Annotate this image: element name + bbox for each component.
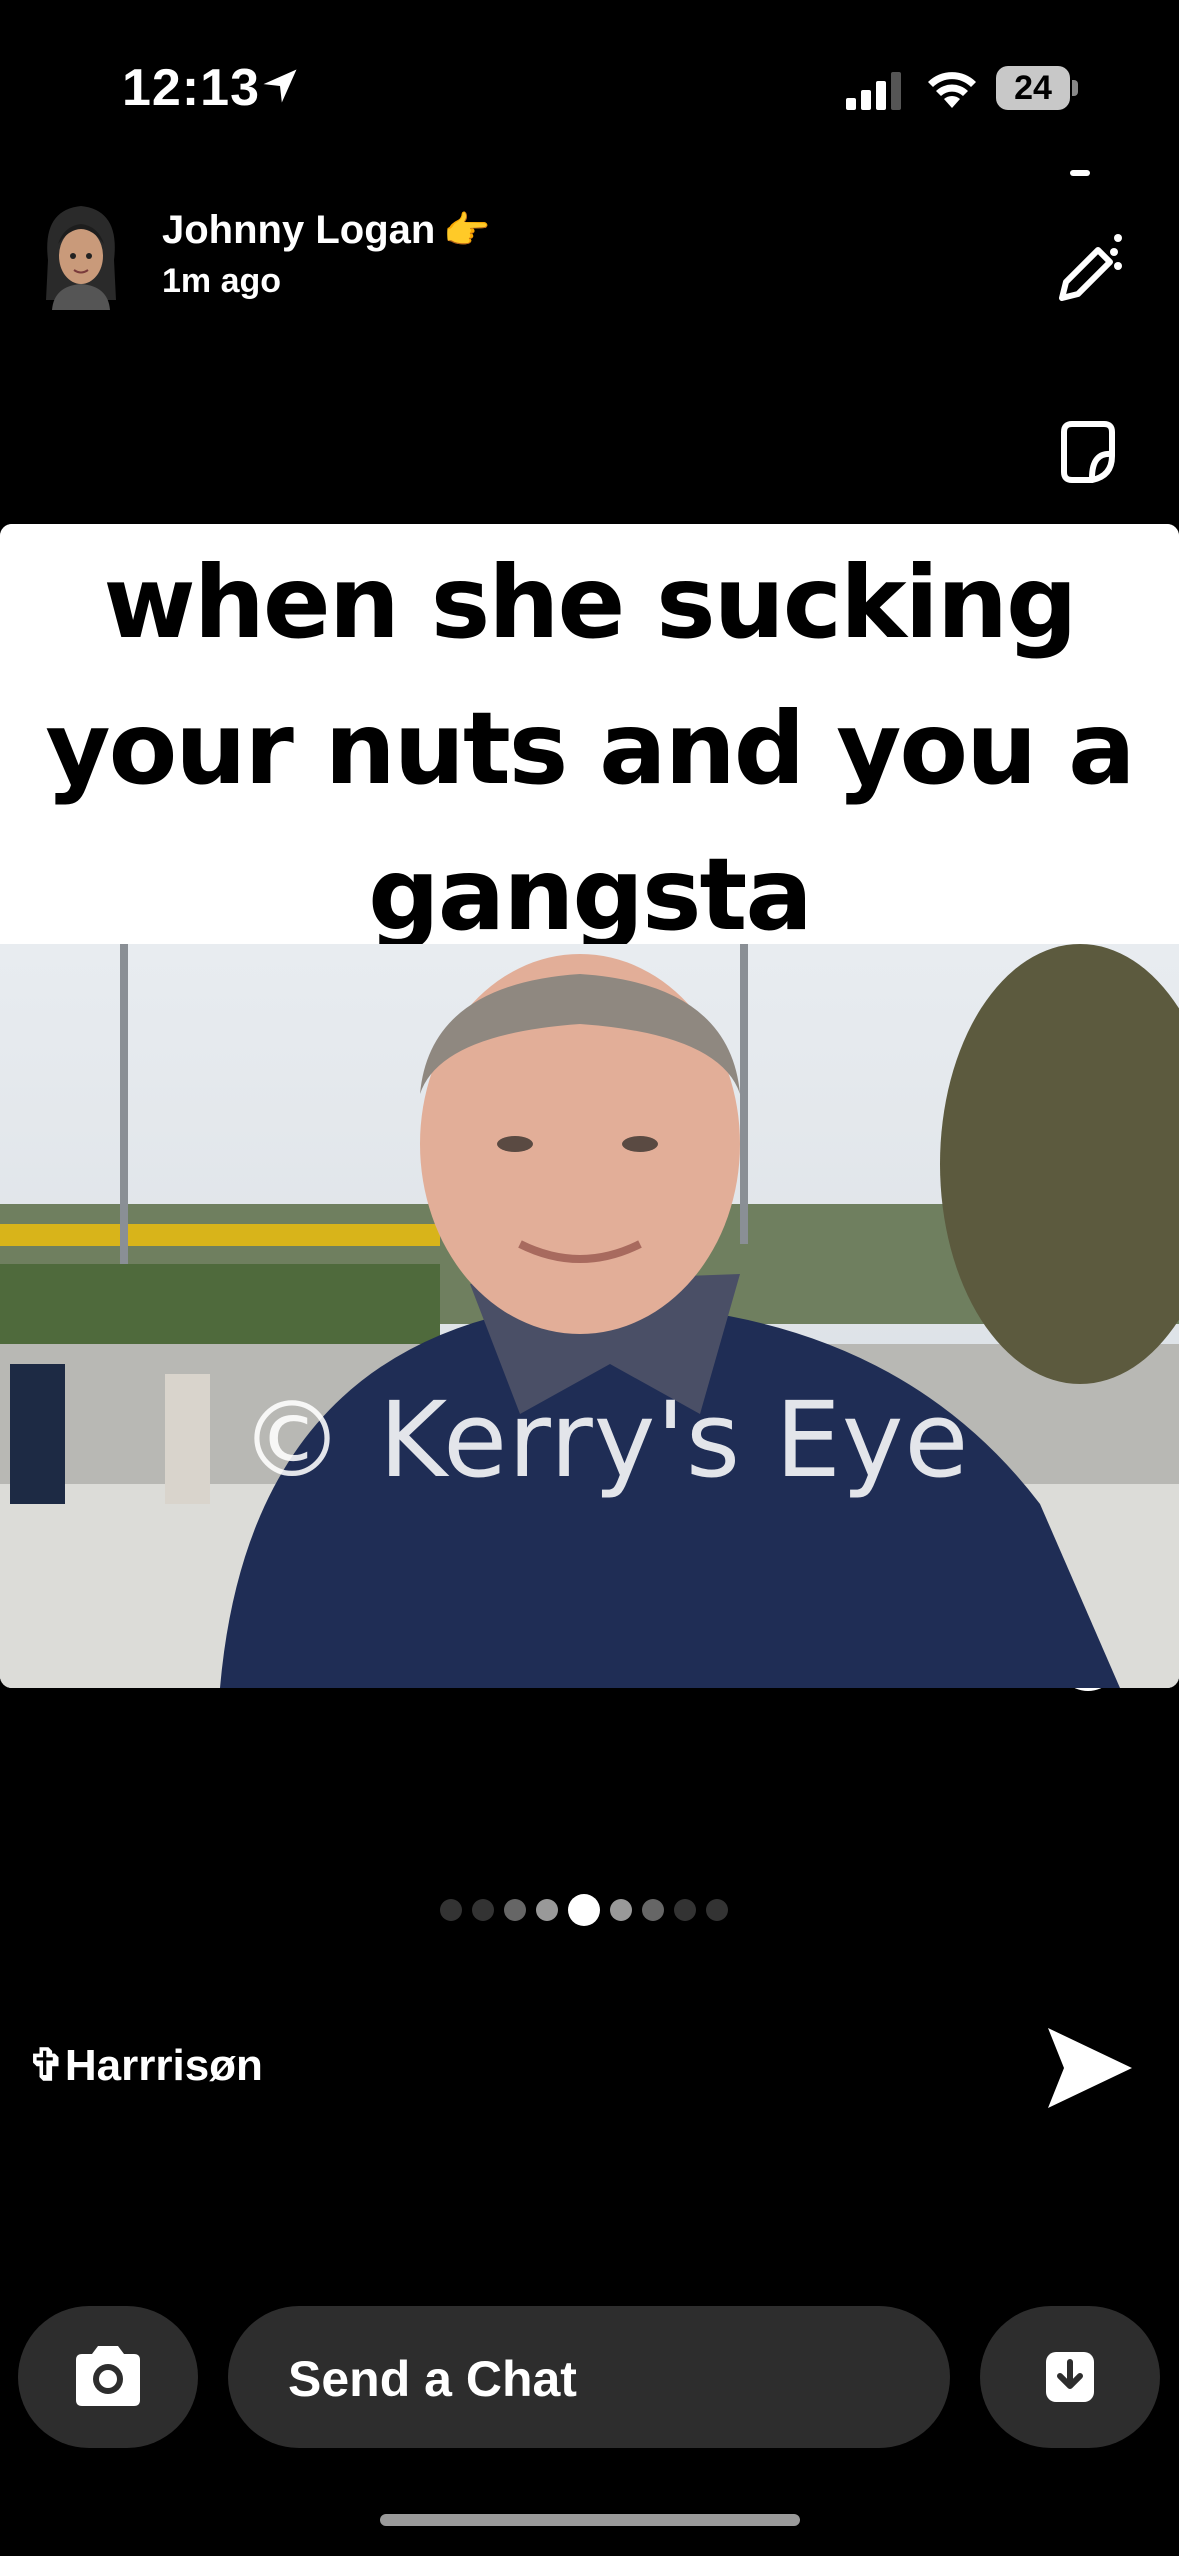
page-dot <box>440 1899 462 1921</box>
battery-indicator: 24 <box>996 66 1078 110</box>
location-arrow-icon <box>263 69 297 103</box>
chat-placeholder: Send a Chat <box>288 2351 577 2407</box>
recipient-name[interactable]: ✞Harrrisøn <box>28 2040 263 2091</box>
meme-caption-text: when she sucking your nuts and you a gan… <box>45 544 1135 953</box>
time-ago: 1m ago <box>162 262 282 300</box>
page-dot <box>504 1899 526 1921</box>
photo <box>0 944 1179 1688</box>
sticker-icon <box>1061 421 1115 483</box>
snap-media[interactable]: when she sucking your nuts and you a gan… <box>0 524 1179 1688</box>
status-time: 12:13 <box>122 59 260 117</box>
camera-button[interactable] <box>18 2306 198 2448</box>
pointing-hand-icon: 👉 <box>443 210 491 252</box>
camera-icon <box>76 2346 140 2406</box>
page-dot <box>472 1899 494 1921</box>
chat-input[interactable]: Send a Chat <box>228 2306 950 2448</box>
page-dot <box>642 1899 664 1921</box>
pencil-tool-button[interactable] <box>1048 228 1128 308</box>
wifi-icon <box>928 72 976 108</box>
cellular-signal-icon <box>846 72 901 110</box>
download-icon <box>1046 2352 1094 2402</box>
sender-name-text: Johnny Logan <box>162 208 436 252</box>
battery-level: 24 <box>996 66 1070 110</box>
home-indicator[interactable] <box>380 2514 800 2526</box>
page-dot <box>706 1899 728 1921</box>
sender-name[interactable]: Johnny Logan 👉 <box>162 208 491 253</box>
meme-caption: when she sucking your nuts and you a gan… <box>0 524 1179 953</box>
pencil-icon <box>1059 234 1122 301</box>
send-arrow-icon[interactable] <box>1044 2024 1136 2112</box>
page-dot <box>610 1899 632 1921</box>
page-dot-active <box>568 1894 600 1926</box>
page-dot <box>674 1899 696 1921</box>
avatar[interactable] <box>38 200 124 310</box>
page-dot <box>536 1899 558 1921</box>
page-indicator <box>440 1892 740 1928</box>
save-button[interactable] <box>980 2306 1160 2448</box>
watermark: © Kerry's Eye <box>240 1379 970 1501</box>
toolbar-handle <box>1070 170 1090 176</box>
sticker-tool-button[interactable] <box>1048 412 1128 492</box>
